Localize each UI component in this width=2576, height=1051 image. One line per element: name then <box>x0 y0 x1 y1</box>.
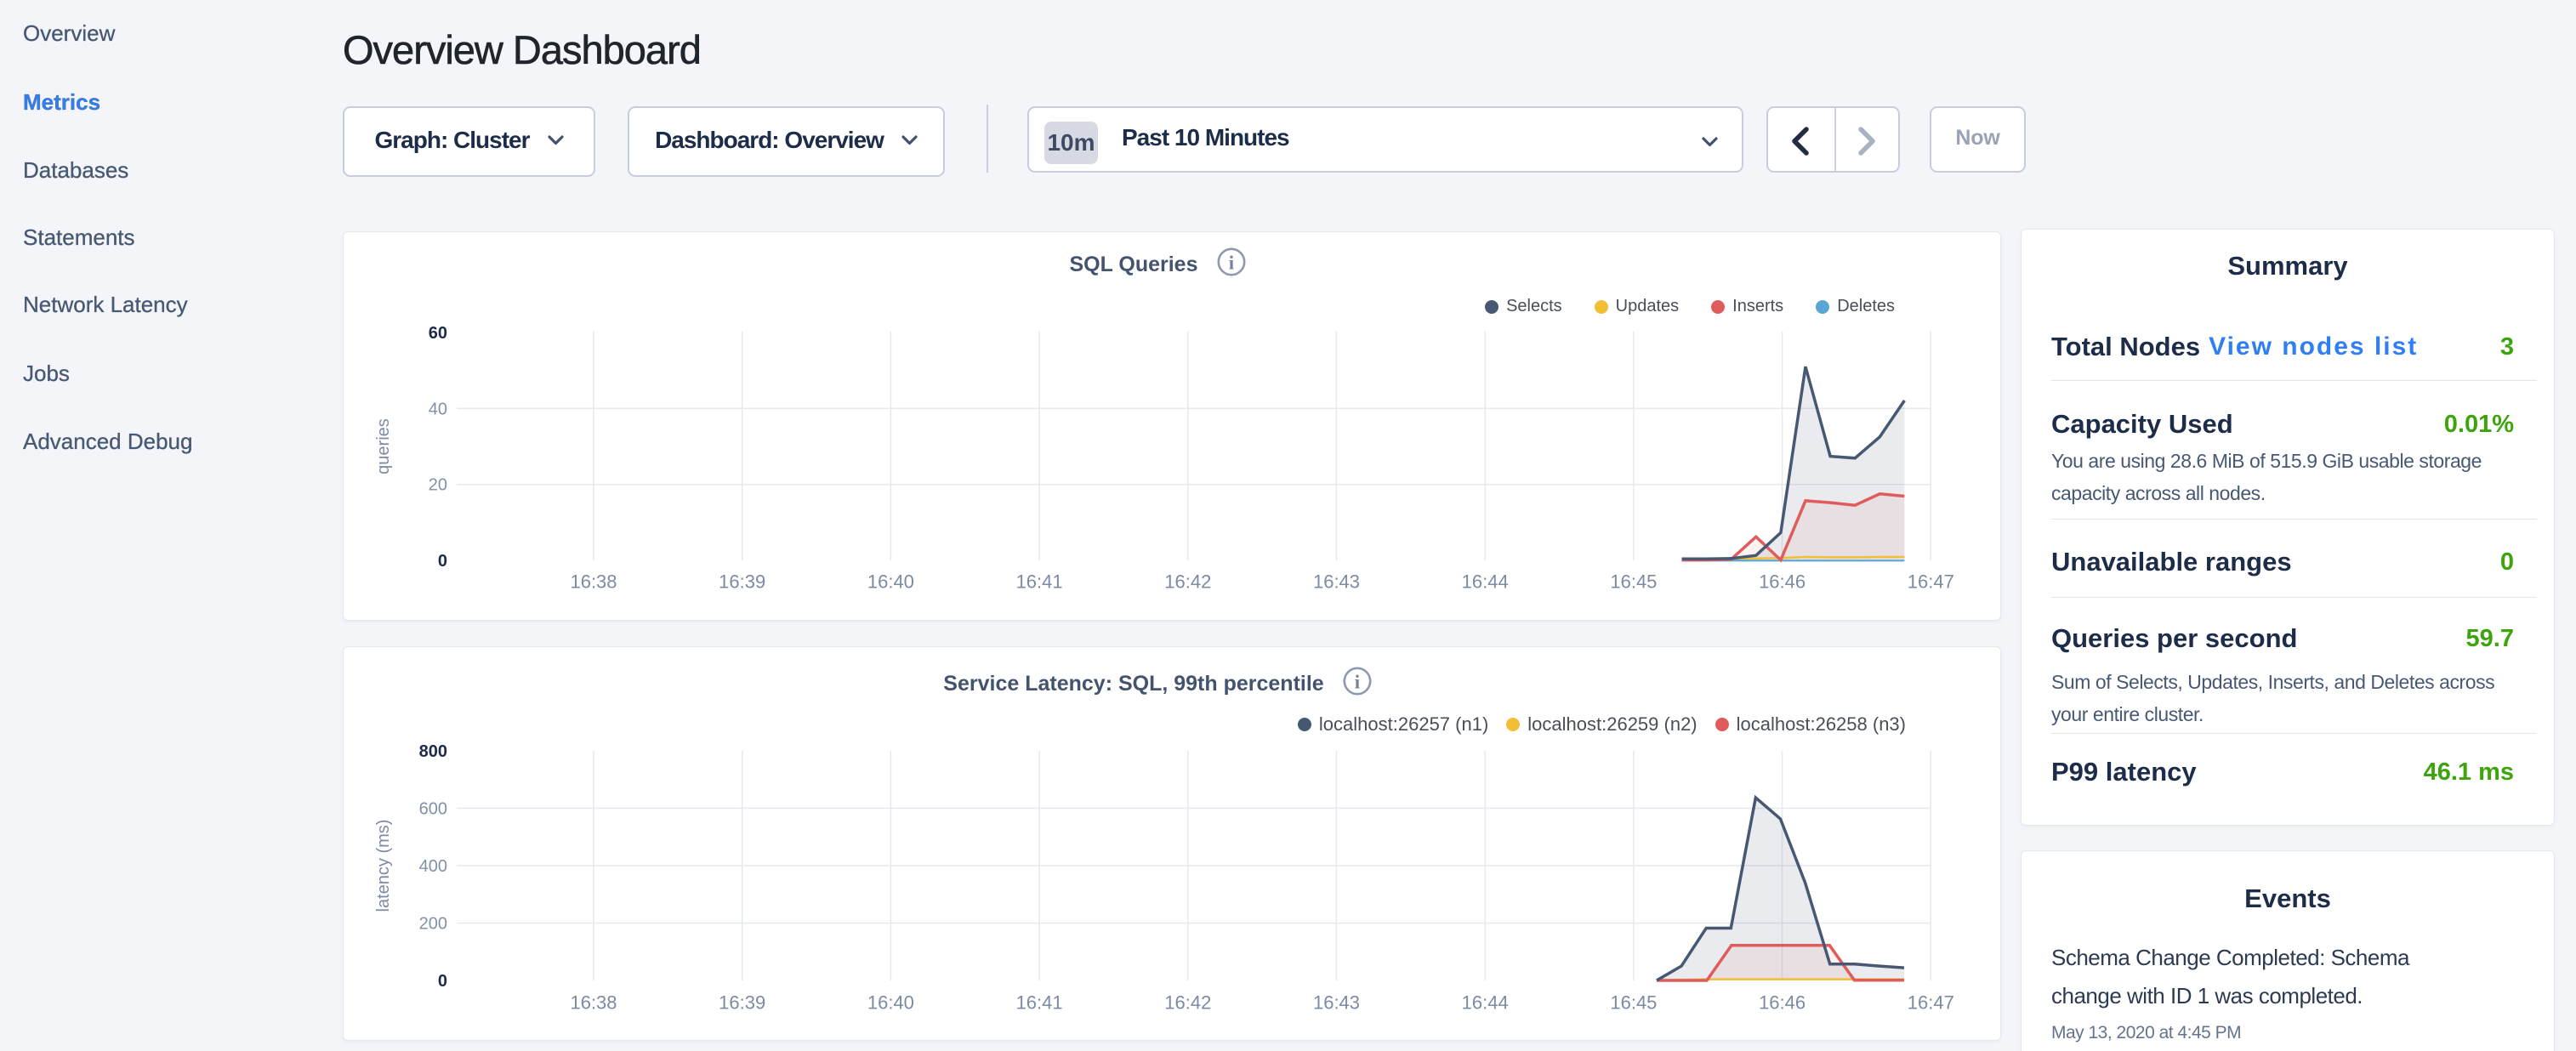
svg-text:latency (ms): latency (ms) <box>374 820 393 912</box>
svg-text:16:42: 16:42 <box>1164 571 1211 593</box>
svg-text:16:43: 16:43 <box>1313 992 1360 1014</box>
svg-text:0: 0 <box>438 972 447 991</box>
svg-text:800: 800 <box>419 742 447 761</box>
svg-text:16:43: 16:43 <box>1313 571 1360 593</box>
svg-text:16:45: 16:45 <box>1610 571 1657 593</box>
svg-text:16:38: 16:38 <box>570 992 617 1014</box>
svg-text:16:41: 16:41 <box>1016 571 1063 593</box>
svg-text:20: 20 <box>429 476 447 495</box>
svg-text:16:40: 16:40 <box>867 571 914 593</box>
svg-text:16:38: 16:38 <box>570 571 617 593</box>
svg-text:40: 40 <box>429 400 447 418</box>
svg-text:16:44: 16:44 <box>1462 992 1509 1014</box>
svg-text:queries: queries <box>374 418 393 474</box>
svg-text:600: 600 <box>419 800 447 819</box>
svg-text:16:47: 16:47 <box>1908 992 1954 1014</box>
svg-text:16:41: 16:41 <box>1016 992 1063 1014</box>
svg-text:16:45: 16:45 <box>1610 992 1657 1014</box>
svg-text:400: 400 <box>419 857 447 876</box>
svg-text:16:39: 16:39 <box>719 992 765 1014</box>
svg-text:16:46: 16:46 <box>1759 571 1805 593</box>
svg-text:60: 60 <box>429 324 447 343</box>
svg-text:16:46: 16:46 <box>1759 992 1805 1014</box>
svg-text:16:42: 16:42 <box>1164 992 1211 1014</box>
svg-text:16:40: 16:40 <box>867 992 914 1014</box>
svg-text:0: 0 <box>438 552 447 571</box>
svg-text:16:44: 16:44 <box>1462 571 1509 593</box>
svg-text:200: 200 <box>419 915 447 934</box>
svg-text:16:47: 16:47 <box>1908 571 1954 593</box>
svg-text:16:39: 16:39 <box>719 571 765 593</box>
